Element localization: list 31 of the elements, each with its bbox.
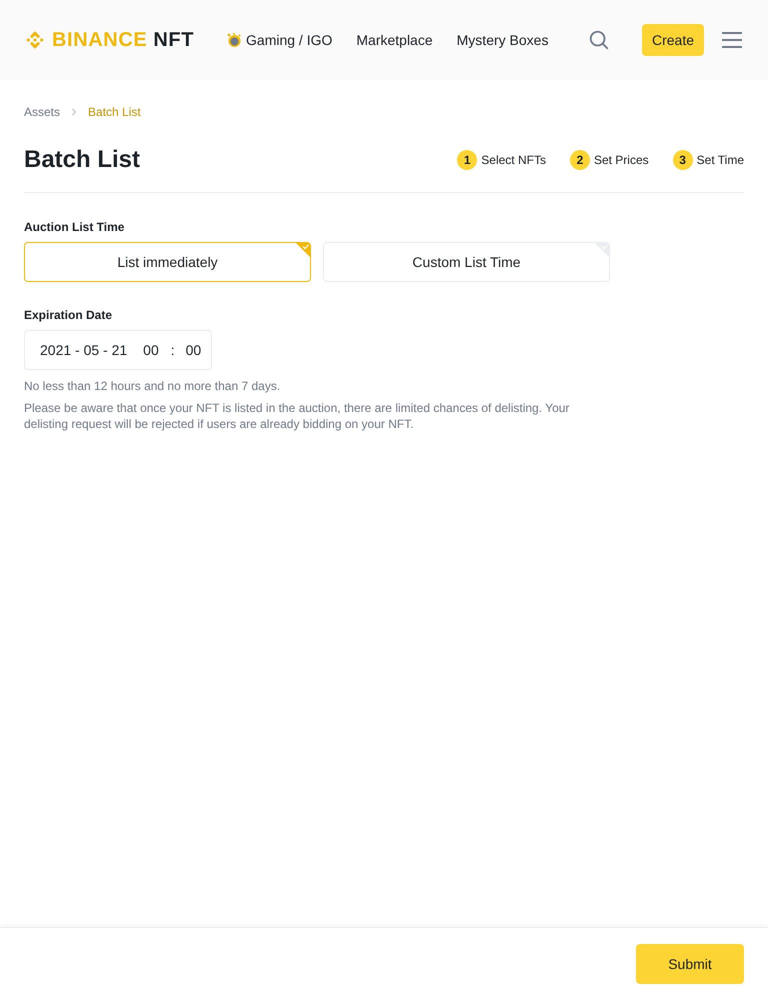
step-number: 1 (457, 150, 478, 170)
logo-wordmark[interactable]: BINANCE NFT (52, 28, 194, 52)
menu-icon[interactable] (722, 32, 742, 48)
nav-link[interactable]: Mystery Boxes (456, 30, 548, 50)
step-label: Select NFTs (481, 152, 546, 168)
hint-text: Please be aware that once your NFT is listed in the auction, there are limited chances of delisting. Your delisting request will be rejected if users are already bidding on your NFT. (24, 400, 570, 432)
chevron-right-icon (70, 108, 78, 116)
page-title: Batch List (24, 145, 140, 175)
corner-check-icon (296, 243, 310, 257)
create-button[interactable]: Create (642, 24, 704, 56)
submit-button[interactable]: Submit (636, 944, 744, 984)
step-number: 3 (672, 150, 693, 170)
list-time-option[interactable]: Custom List Time (323, 242, 610, 282)
logo-icon (24, 29, 46, 51)
field-label: Expiration Date (24, 307, 114, 324)
minute-value: 00 (186, 341, 202, 360)
fireball-icon (226, 32, 242, 48)
breadcrumb-link[interactable]: Assets (24, 104, 60, 120)
time-separator: : (170, 341, 175, 360)
hint-text: No less than 12 hours and no more than 7 days. (24, 378, 282, 394)
list-time-option[interactable]: List immediately (24, 242, 311, 282)
hour-value: 00 (143, 341, 159, 360)
nav-link[interactable]: Marketplace (356, 30, 433, 50)
search-icon[interactable] (588, 29, 610, 51)
step-number: 2 (570, 150, 590, 170)
expiration-date-field[interactable]: 2021 - 05 - 21 00 : 00 (24, 330, 212, 370)
nav-link[interactable]: Gaming / IGO (226, 30, 332, 50)
step-label: Set Prices (594, 152, 649, 168)
step-label: Set Time (696, 152, 744, 168)
date-value: 2021 - 05 - 21 (40, 341, 128, 360)
field-label: Auction List Time (24, 219, 126, 236)
